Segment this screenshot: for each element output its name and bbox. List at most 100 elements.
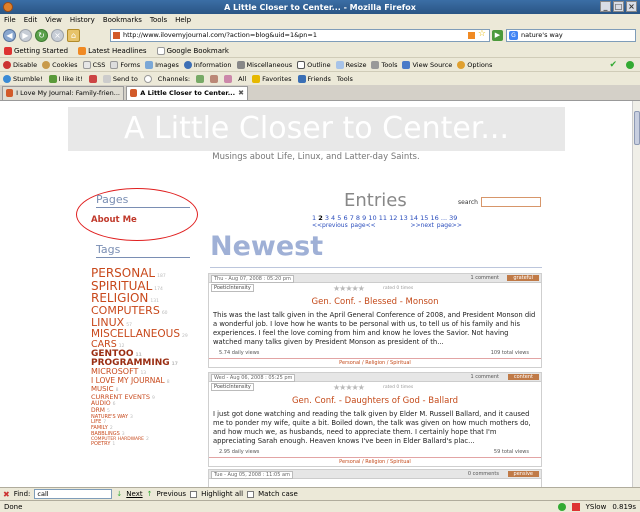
page-link[interactable]: 8 [356, 214, 360, 222]
dev-cookies[interactable]: Cookies [42, 60, 78, 69]
google-search-icon[interactable]: G [509, 30, 518, 40]
page-link[interactable]: 14 [410, 214, 418, 222]
find-previous-button[interactable]: Previous [156, 490, 186, 498]
dev-tools[interactable]: Tools [371, 60, 397, 69]
menu-edit[interactable]: Edit [24, 16, 38, 24]
post-title[interactable]: Gen. Conf. - Blessed - Monson [209, 297, 541, 307]
page-link[interactable]: 10 [368, 214, 376, 222]
rss-feed-icon[interactable] [468, 31, 475, 39]
dev-resize[interactable]: Resize [335, 60, 366, 69]
friends-button[interactable]: Friends [297, 74, 331, 83]
yslow-label[interactable]: YSlow [586, 503, 607, 511]
tag-link[interactable]: POETRY 1 [91, 442, 203, 448]
stumble-tools-menu[interactable]: Tools [337, 75, 353, 83]
yslow-icon[interactable] [571, 502, 580, 511]
stumble-button[interactable]: Stumble! [3, 74, 43, 83]
dev-information[interactable]: Information [183, 60, 232, 69]
channel-icon[interactable] [224, 74, 233, 83]
dev-forms[interactable]: Forms [110, 60, 140, 69]
menu-history[interactable]: History [70, 16, 95, 24]
vertical-scrollbar[interactable] [632, 101, 640, 487]
find-input[interactable]: call [34, 489, 113, 499]
forward-button[interactable]: ▶ [19, 28, 32, 42]
rating-stars[interactable]: ★★★★★ [333, 284, 365, 293]
post-title[interactable]: Gen. Conf. - Daughters of God - Ballard [209, 396, 541, 406]
maximize-button[interactable]: □ [613, 1, 624, 12]
page-link[interactable]: 9 [362, 214, 366, 222]
previous-page-link[interactable]: <<previous page<< [312, 222, 376, 229]
highlight-all-label[interactable]: Highlight all [201, 490, 243, 498]
menu-file[interactable]: File [4, 16, 16, 24]
tab-closer-to-center[interactable]: A Little Closer to Center... ✖ [126, 85, 248, 100]
rating-stars[interactable]: ★★★★★ [333, 383, 365, 392]
scrollbar-thumb[interactable] [634, 111, 640, 145]
menu-help[interactable]: Help [175, 16, 191, 24]
post-author[interactable]: PoeticIntensity [211, 284, 254, 292]
channels-all[interactable]: All [238, 75, 246, 83]
thumbs-down-icon[interactable] [88, 74, 97, 83]
tab-ilovemyjournal[interactable]: I Love My Journal: Family-frien... [2, 85, 124, 100]
highlight-all-checkbox[interactable] [190, 490, 198, 498]
dev-miscellaneous[interactable]: Miscellaneous [236, 60, 292, 69]
favorites-button[interactable]: Favorites [252, 74, 292, 83]
go-button[interactable]: ▶ [492, 29, 503, 41]
page-link[interactable]: 1 [312, 214, 316, 222]
find-close-icon[interactable]: ✖ [3, 490, 10, 499]
find-previous-arrow-icon[interactable]: ↑ [147, 490, 153, 498]
dev-images[interactable]: Images [145, 60, 179, 69]
home-button[interactable]: ⌂ [67, 28, 80, 42]
match-case-label[interactable]: Match case [258, 490, 298, 498]
bookmark-google[interactable]: Google Bookmark [156, 46, 229, 55]
find-next-button[interactable]: Next [126, 490, 142, 498]
dev-options[interactable]: Options [457, 60, 492, 69]
find-next-arrow-icon[interactable]: ↓ [116, 490, 122, 498]
post-author[interactable]: PoeticIntensity [211, 383, 254, 391]
page-link[interactable]: 6 [343, 214, 347, 222]
comment-icon[interactable] [143, 74, 152, 83]
menu-tools[interactable]: Tools [150, 16, 167, 24]
post-tags[interactable]: Personal / Religion / Spiritual [209, 457, 541, 466]
tag-count: 3 [130, 414, 133, 420]
channel-icon[interactable] [196, 74, 205, 83]
post-comments-link[interactable]: 1 comment [470, 275, 499, 281]
dev-label: Cookies [52, 60, 78, 69]
dev-outline[interactable]: Outline [297, 60, 331, 69]
close-button[interactable]: × [626, 1, 637, 12]
menu-view[interactable]: View [45, 16, 62, 24]
page-link[interactable]: 7 [350, 214, 354, 222]
page-link[interactable]: 4 [331, 214, 335, 222]
page-link[interactable]: 11 [379, 214, 387, 222]
bookmark-latest-headlines[interactable]: Latest Headlines [78, 46, 147, 55]
post-tags[interactable]: Personal / Religion / Spiritual [209, 358, 541, 367]
url-field[interactable]: http://www.ilovemyjournal.com/?action=bl… [110, 28, 490, 42]
menu-bookmarks[interactable]: Bookmarks [103, 16, 142, 24]
match-case-checkbox[interactable] [247, 490, 255, 498]
tab-close-icon[interactable]: ✖ [238, 89, 244, 97]
page-link[interactable]: 13 [399, 214, 407, 222]
bookmark-star-icon[interactable]: ☆ [478, 29, 486, 40]
page-link[interactable]: 3 [325, 214, 329, 222]
dev-view-source[interactable]: View Source [402, 60, 452, 69]
dev-disable[interactable]: Disable [3, 60, 37, 69]
next-page-link[interactable]: >>next page>> [411, 222, 462, 229]
page-link[interactable]: 12 [389, 214, 397, 222]
back-button[interactable]: ◀ [3, 28, 16, 42]
send-to-button[interactable]: Send to [102, 74, 138, 83]
web-search-field[interactable]: G nature's way [506, 28, 636, 42]
tag-link[interactable]: AUDIO 6 [91, 401, 203, 408]
like-button[interactable]: I like it! [48, 74, 83, 83]
bookmark-getting-started[interactable]: Getting Started [4, 46, 68, 55]
dev-css[interactable]: CSS [82, 60, 105, 69]
channel-icon[interactable] [210, 74, 219, 83]
page-link[interactable]: 16 [431, 214, 439, 222]
reload-button[interactable]: ↻ [35, 28, 48, 42]
post-comments-link[interactable]: 0 comments [468, 471, 499, 477]
about-me-link[interactable]: About Me [91, 215, 137, 225]
page-link[interactable]: 39 [449, 214, 457, 222]
post-comments-link[interactable]: 1 comment [470, 374, 499, 380]
page-link[interactable]: 5 [337, 214, 341, 222]
stop-button[interactable]: × [51, 28, 64, 42]
minimize-button[interactable]: _ [600, 1, 611, 12]
page-link[interactable]: 15 [420, 214, 428, 222]
blog-search-input[interactable] [481, 197, 541, 207]
